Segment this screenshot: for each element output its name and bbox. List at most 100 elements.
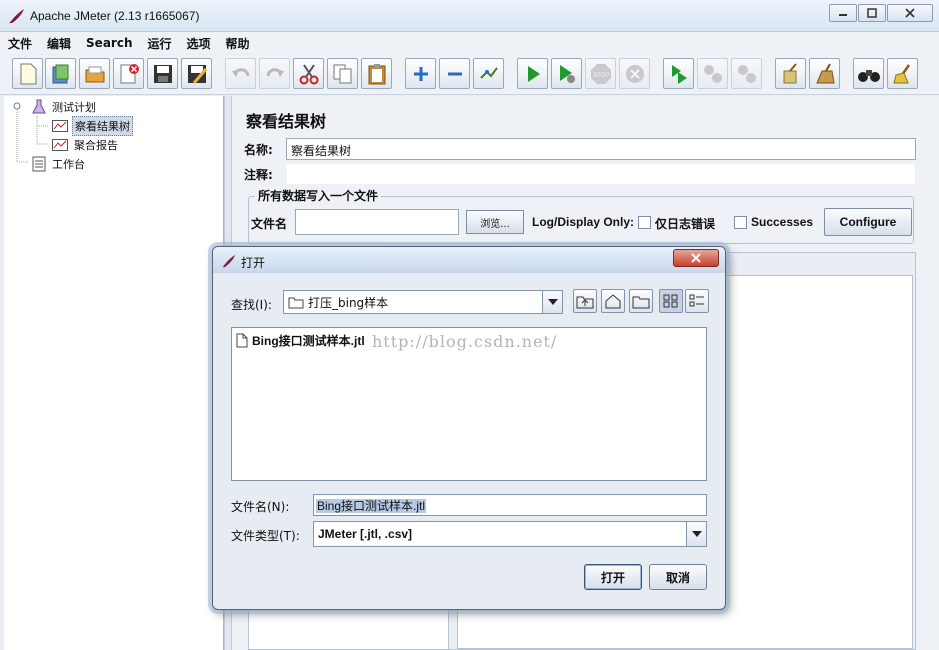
- tree-item-label: 察看结果树: [72, 116, 133, 136]
- copy-button[interactable]: [327, 58, 358, 89]
- cancel-button[interactable]: 取消: [649, 564, 707, 590]
- menu-help[interactable]: 帮助: [226, 35, 250, 52]
- stop-button[interactable]: STOP: [585, 58, 616, 89]
- remote-shutdown-all-button[interactable]: [731, 58, 762, 89]
- open-button[interactable]: [79, 58, 110, 89]
- open-file-dialog: 打开 查找(I): 打压_bing样本 Bing接口测试样本.jtl http:…: [212, 246, 726, 610]
- new-folder-icon: [632, 296, 650, 309]
- listener-icon: [52, 120, 68, 132]
- undo-button[interactable]: [225, 58, 256, 89]
- start-button[interactable]: [517, 58, 548, 89]
- search-button[interactable]: [853, 58, 884, 89]
- errors-checkbox[interactable]: [638, 216, 651, 229]
- workbench-icon: [32, 156, 46, 172]
- maximize-button[interactable]: [858, 4, 886, 22]
- chevron-down-icon: [547, 299, 558, 305]
- successes-checkbox[interactable]: [734, 216, 747, 229]
- file-item-name: Bing接口测试样本.jtl: [252, 334, 365, 348]
- start-no-pauses-button[interactable]: [551, 58, 582, 89]
- up-folder-button[interactable]: [573, 289, 597, 313]
- panel-title: 察看结果树: [246, 112, 327, 131]
- file-name-value: Bing接口测试样本.jtl: [316, 499, 427, 513]
- broom-icon: [892, 63, 910, 83]
- file-name-label: 文件名(N):: [231, 500, 290, 514]
- menu-run[interactable]: 运行: [147, 35, 171, 52]
- collapse-all-button[interactable]: [439, 58, 470, 89]
- file-name-input[interactable]: Bing接口测试样本.jtl: [313, 494, 707, 516]
- templates-button[interactable]: [45, 58, 76, 89]
- new-folder-button[interactable]: [629, 289, 653, 313]
- dialog-titlebar: 打开: [213, 247, 725, 273]
- redo-button[interactable]: [259, 58, 290, 89]
- comment-label: 注释:: [244, 167, 273, 182]
- toggle-icon: [479, 66, 498, 79]
- remote-stop-all-button[interactable]: [697, 58, 728, 89]
- folder-icon: [288, 297, 304, 309]
- tree-item-workbench[interactable]: 工作台: [32, 155, 87, 173]
- tree-item-aggregate-report[interactable]: 聚合报告: [52, 136, 120, 154]
- paste-button[interactable]: [361, 58, 392, 89]
- menu-file[interactable]: 文件: [8, 35, 32, 52]
- shutdown-button[interactable]: [619, 58, 650, 89]
- cut-button[interactable]: [293, 58, 324, 89]
- menu-edit[interactable]: 编辑: [47, 35, 71, 52]
- jmeter-feather-icon: [9, 9, 24, 24]
- file-type-value: JMeter [.jtl, .csv]: [318, 527, 413, 541]
- menu-bar: 文件 编辑 Search 运行 选项 帮助: [0, 32, 939, 54]
- watermark-text: http://blog.csdn.net/: [372, 332, 558, 351]
- restore-icon: [867, 8, 877, 18]
- minimize-button[interactable]: [829, 4, 857, 22]
- jmeter-feather-icon: [222, 254, 236, 268]
- menu-search[interactable]: Search: [86, 36, 132, 50]
- comment-row: 注释:: [244, 162, 916, 186]
- comment-input[interactable]: [286, 163, 916, 185]
- minimize-icon: [839, 14, 847, 16]
- toggle-button[interactable]: [473, 58, 504, 89]
- save-button[interactable]: [147, 58, 178, 89]
- details-view-button[interactable]: [685, 289, 709, 313]
- tree-item-view-results-tree[interactable]: 察看结果树: [52, 116, 133, 136]
- remote-shutdown-icon: [737, 64, 756, 83]
- log-display-label: Log/Display Only:: [532, 215, 635, 229]
- close-window-button[interactable]: [887, 4, 933, 22]
- group-legend: 所有数据写入一个文件: [255, 187, 382, 204]
- look-in-value: 打压_bing样本: [308, 295, 389, 310]
- svg-text:STOP: STOP: [593, 73, 609, 79]
- start-icon: [527, 65, 540, 82]
- tree-item-test-plan[interactable]: 测试计划: [32, 98, 98, 116]
- dialog-close-button[interactable]: [673, 249, 719, 267]
- write-to-file-group: 所有数据写入一个文件 文件名 浏览... Log/Display Only: 仅…: [248, 187, 914, 244]
- name-input[interactable]: 察看结果树: [286, 138, 916, 160]
- look-in-combo[interactable]: 打压_bing样本: [283, 290, 563, 314]
- reset-search-button[interactable]: [887, 58, 918, 89]
- clear-all-button[interactable]: [809, 58, 840, 89]
- up-folder-icon: [576, 296, 594, 309]
- menu-options[interactable]: 选项: [187, 35, 211, 52]
- list-view-button[interactable]: [659, 289, 683, 313]
- test-plan-icon: [32, 99, 46, 114]
- remote-stop-icon: [703, 64, 722, 83]
- file-item[interactable]: Bing接口测试样本.jtl: [236, 332, 365, 349]
- file-type-label: 文件类型(T):: [231, 529, 300, 543]
- successes-label: Successes: [751, 215, 814, 229]
- configure-button[interactable]: Configure: [824, 208, 912, 236]
- file-type-dropdown-arrow[interactable]: [686, 522, 706, 546]
- details-view-icon: [689, 294, 704, 307]
- save-as-button[interactable]: [181, 58, 212, 89]
- templates-icon: [52, 64, 68, 83]
- close-file-button[interactable]: [113, 58, 144, 89]
- new-button[interactable]: [12, 58, 43, 89]
- home-button[interactable]: [601, 289, 625, 313]
- filename-input[interactable]: [295, 209, 459, 235]
- browse-button[interactable]: 浏览...: [466, 210, 524, 234]
- clear-button[interactable]: [775, 58, 806, 89]
- file-type-combo[interactable]: JMeter [.jtl, .csv]: [313, 521, 707, 547]
- stop-icon: STOP: [590, 63, 611, 84]
- remote-start-all-button[interactable]: [663, 58, 694, 89]
- close-icon: [691, 253, 701, 263]
- undo-icon: [231, 67, 249, 77]
- binoculars-icon: [857, 69, 880, 82]
- open-button[interactable]: 打开: [584, 564, 642, 590]
- expand-all-button[interactable]: [405, 58, 436, 89]
- look-in-dropdown-arrow[interactable]: [542, 291, 562, 313]
